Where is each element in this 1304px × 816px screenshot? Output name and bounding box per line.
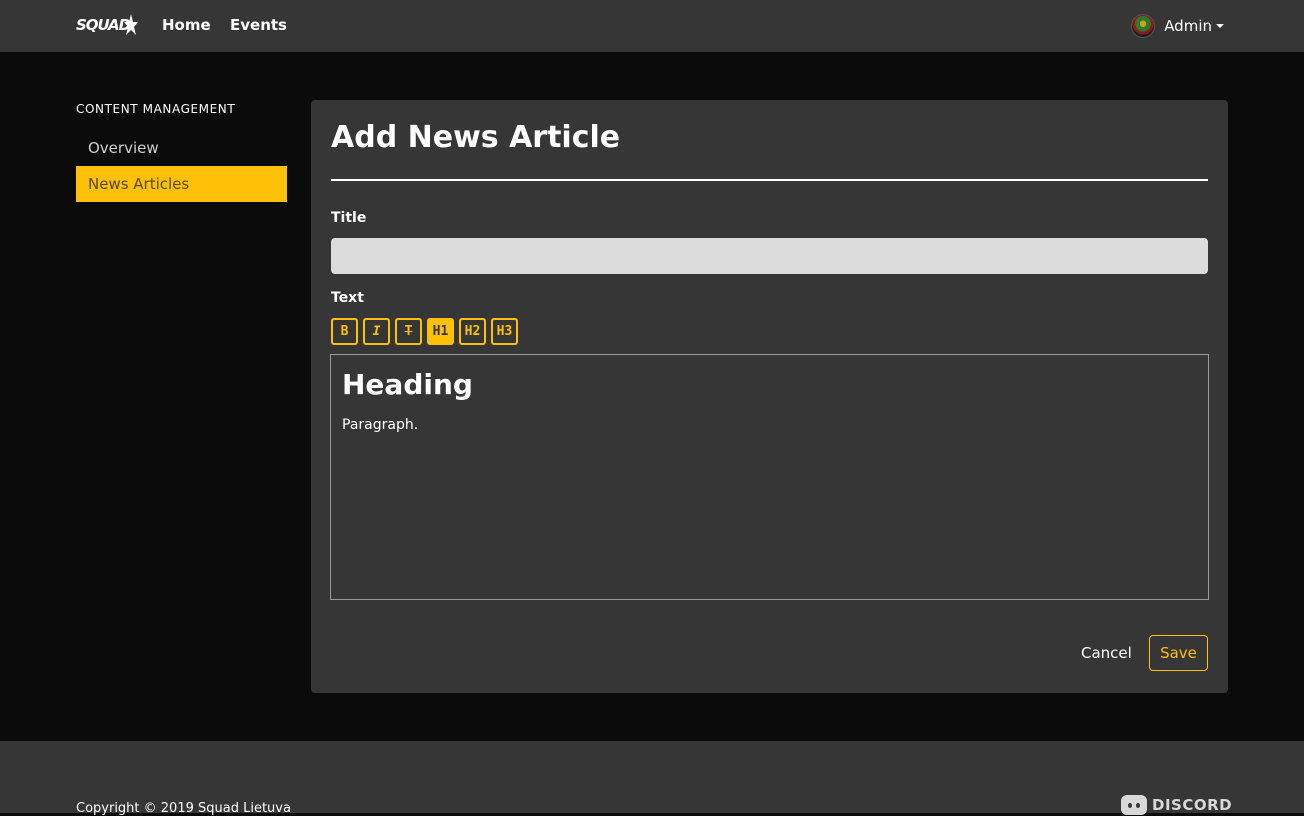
top-navbar: SQUAD Home Events Admin bbox=[0, 0, 1304, 52]
user-menu[interactable]: Admin bbox=[1131, 13, 1224, 39]
italic-icon: I bbox=[372, 324, 381, 339]
discord-label: DISCORD bbox=[1152, 796, 1233, 814]
copyright-text: Copyright © 2019 Squad Lietuva bbox=[76, 801, 291, 816]
avatar bbox=[1131, 14, 1156, 38]
brand-logo[interactable]: SQUAD bbox=[76, 12, 138, 40]
text-field-label: Text bbox=[331, 290, 364, 306]
footer: Copyright © 2019 Squad Lietuva DISCORD bbox=[0, 741, 1304, 816]
heading-3-icon: H3 bbox=[496, 324, 513, 339]
heading-3-button[interactable]: H3 bbox=[491, 318, 518, 345]
nav-link-home[interactable]: Home bbox=[162, 16, 211, 34]
bold-button[interactable]: B bbox=[331, 318, 358, 345]
page-title: Add News Article bbox=[331, 120, 621, 155]
cancel-button[interactable]: Cancel bbox=[1081, 644, 1132, 662]
strikethrough-button[interactable]: T bbox=[395, 318, 422, 345]
article-form-card: Add News Article Title Text B I T H1 H2 … bbox=[311, 100, 1228, 693]
rich-text-editor[interactable]: Heading Paragraph. bbox=[330, 354, 1209, 600]
title-divider bbox=[331, 179, 1208, 181]
italic-button[interactable]: I bbox=[363, 318, 390, 345]
chevron-down-icon bbox=[1216, 24, 1224, 28]
sidebar-heading: CONTENT MANAGEMENT bbox=[76, 102, 236, 116]
save-button[interactable]: Save bbox=[1149, 635, 1208, 671]
sidebar-item-overview[interactable]: Overview bbox=[76, 130, 287, 166]
title-input[interactable] bbox=[331, 238, 1208, 274]
sidebar-item-news-articles[interactable]: News Articles bbox=[76, 166, 287, 202]
discord-icon bbox=[1121, 795, 1147, 815]
heading-2-button[interactable]: H2 bbox=[459, 318, 486, 345]
strikethrough-icon: T bbox=[404, 324, 413, 339]
nav-link-events[interactable]: Events bbox=[230, 16, 287, 34]
editor-heading: Heading bbox=[342, 368, 473, 401]
title-field-label: Title bbox=[331, 210, 367, 226]
heading-1-button[interactable]: H1 bbox=[427, 318, 454, 345]
editor-toolbar: B I T H1 H2 H3 bbox=[331, 318, 518, 345]
user-name: Admin bbox=[1164, 17, 1212, 35]
brand-logo-text: SQUAD bbox=[76, 16, 131, 34]
brand-star-icon bbox=[124, 14, 138, 35]
editor-paragraph: Paragraph. bbox=[342, 417, 419, 433]
heading-1-icon: H1 bbox=[432, 324, 449, 339]
discord-link[interactable]: DISCORD bbox=[1121, 795, 1232, 815]
heading-2-icon: H2 bbox=[464, 324, 481, 339]
bold-icon: B bbox=[340, 324, 349, 339]
